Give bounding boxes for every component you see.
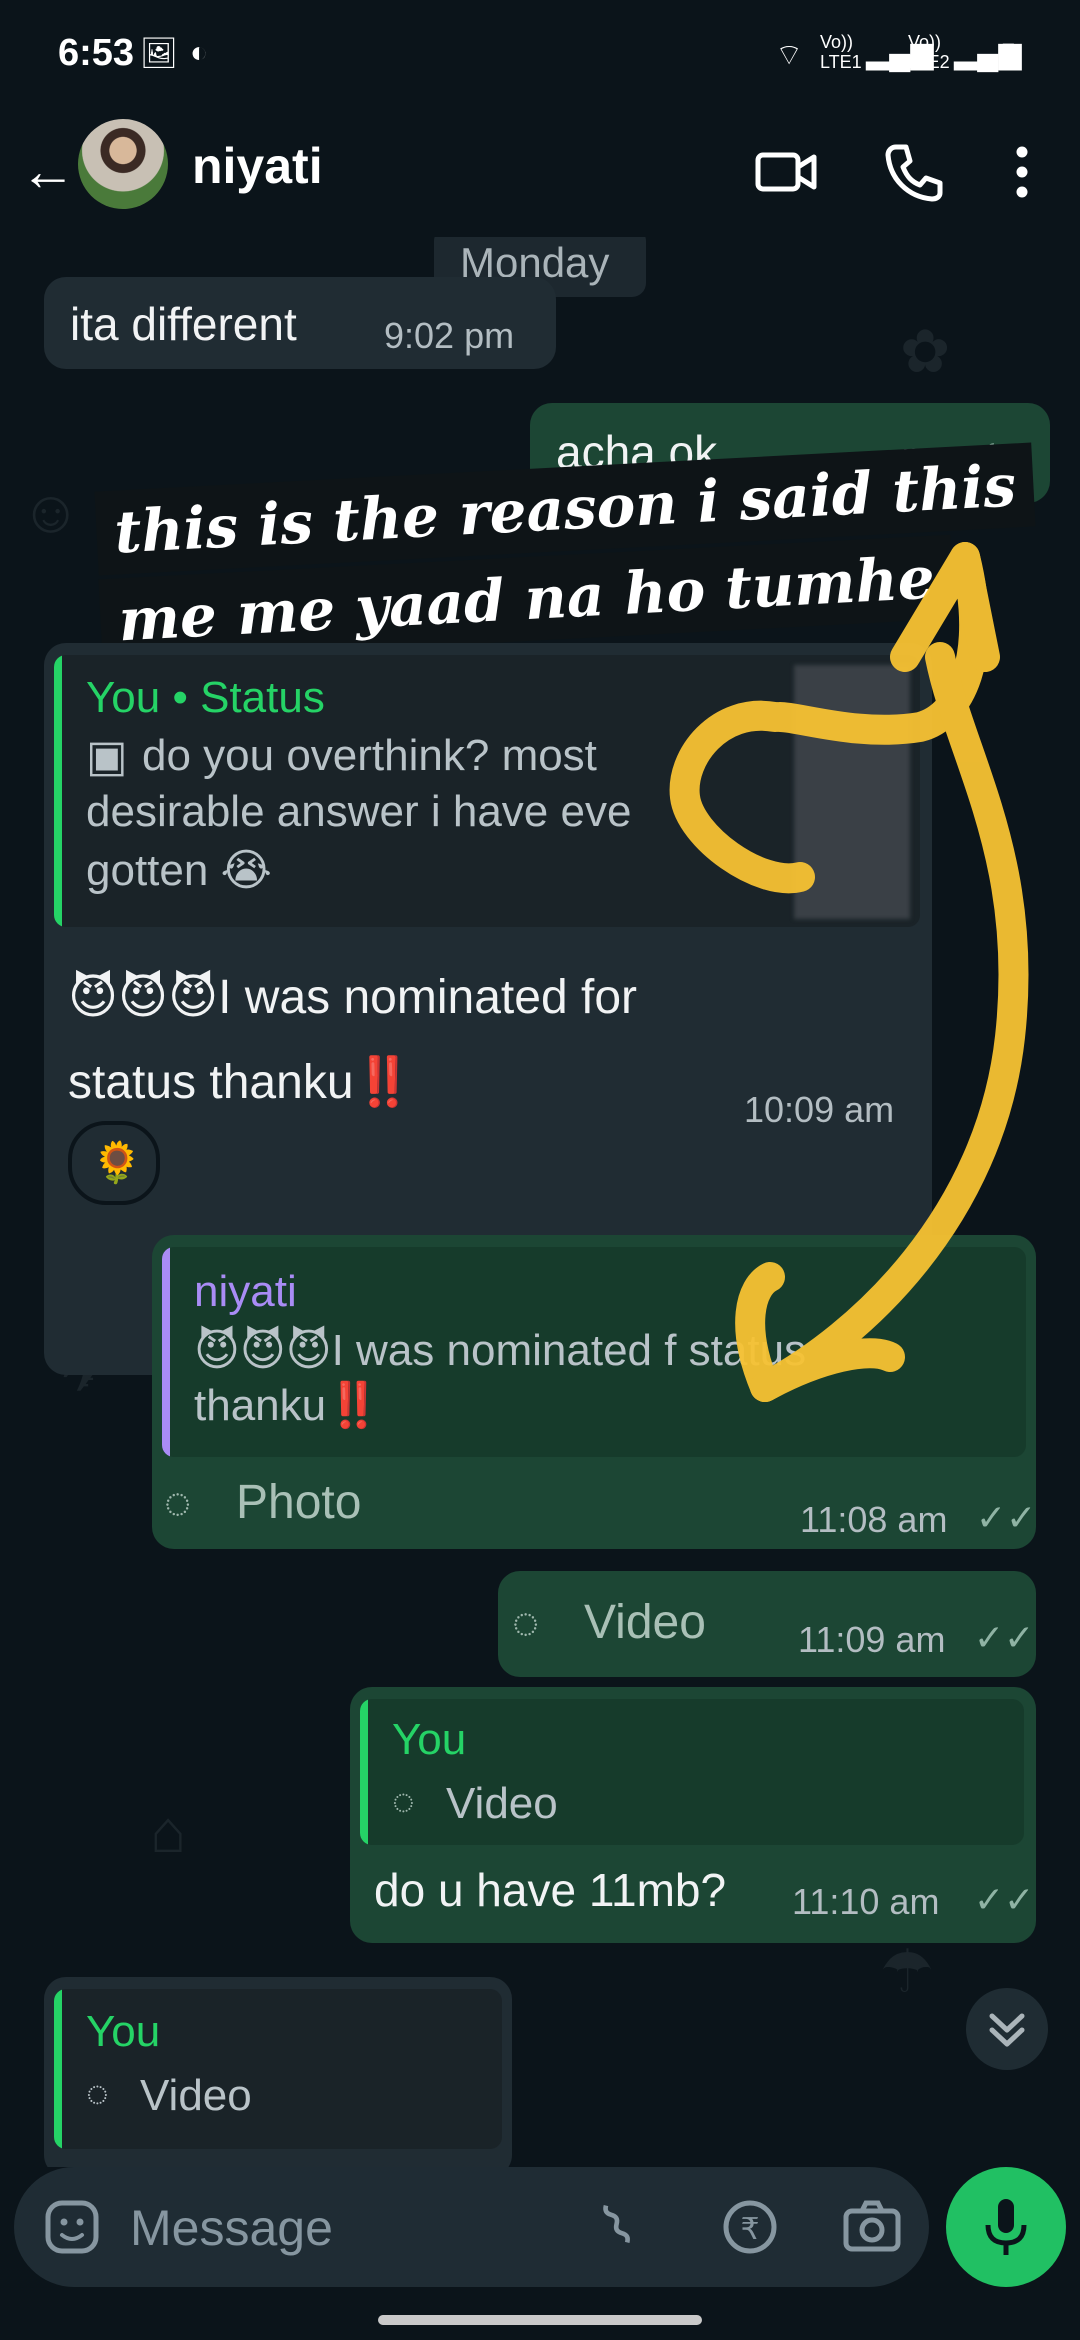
double-chevron-down-icon [989,2013,1025,2047]
scribble-drawing [669,542,1029,1402]
gesture-home-bar[interactable] [378,2315,702,2325]
rupee-payment-icon[interactable]: ₹ [720,2197,780,2257]
attach-paperclip-icon[interactable]: ⌇ [589,2191,646,2262]
composer-bar: Message ⌇ ₹ [0,2167,1080,2340]
svg-text:₹: ₹ [740,2212,759,2247]
status-time: 6:53 [58,32,135,74]
message-placeholder[interactable]: Message [130,2199,333,2257]
chat-header: ← niyati [0,115,1080,238]
video-call-icon[interactable] [752,137,822,207]
message-input[interactable]: Message ⌇ ₹ [14,2167,929,2287]
scroll-to-bottom-button[interactable] [966,1988,1048,2070]
sim1-label: Vo)) LTE1 [820,32,862,72]
camera-icon[interactable] [840,2197,904,2257]
voice-message-button[interactable] [946,2167,1066,2287]
battery-icon: ▮ [1000,37,1017,70]
wifi-icon: ⌔ [775,39,804,72]
sim2-label: Vo)) LTE2 [908,32,950,72]
microphone-icon [985,2199,1027,2255]
more-options-icon[interactable] [1000,137,1044,207]
chat-area[interactable]: ☺ ✿ ✈ ⌂ ☂ ♫ Monday ita different 9:02 pm… [0,237,1080,2167]
gallery-notification-icon: 🖼 [140,37,179,70]
avatar[interactable] [78,119,168,209]
whatsapp-notification-icon: ◐ [190,36,209,69]
sticker-icon[interactable] [42,2197,102,2257]
status-bar: 6:53 🖼 ◐ ⌔ Vo)) LTE1 ▂▄▆ Vo)) LTE2 ▂▄▆ ▮ [0,0,1080,115]
voice-call-icon[interactable] [878,137,948,207]
contact-name[interactable]: niyati [192,137,323,195]
back-arrow-icon[interactable]: ← [20,143,76,199]
